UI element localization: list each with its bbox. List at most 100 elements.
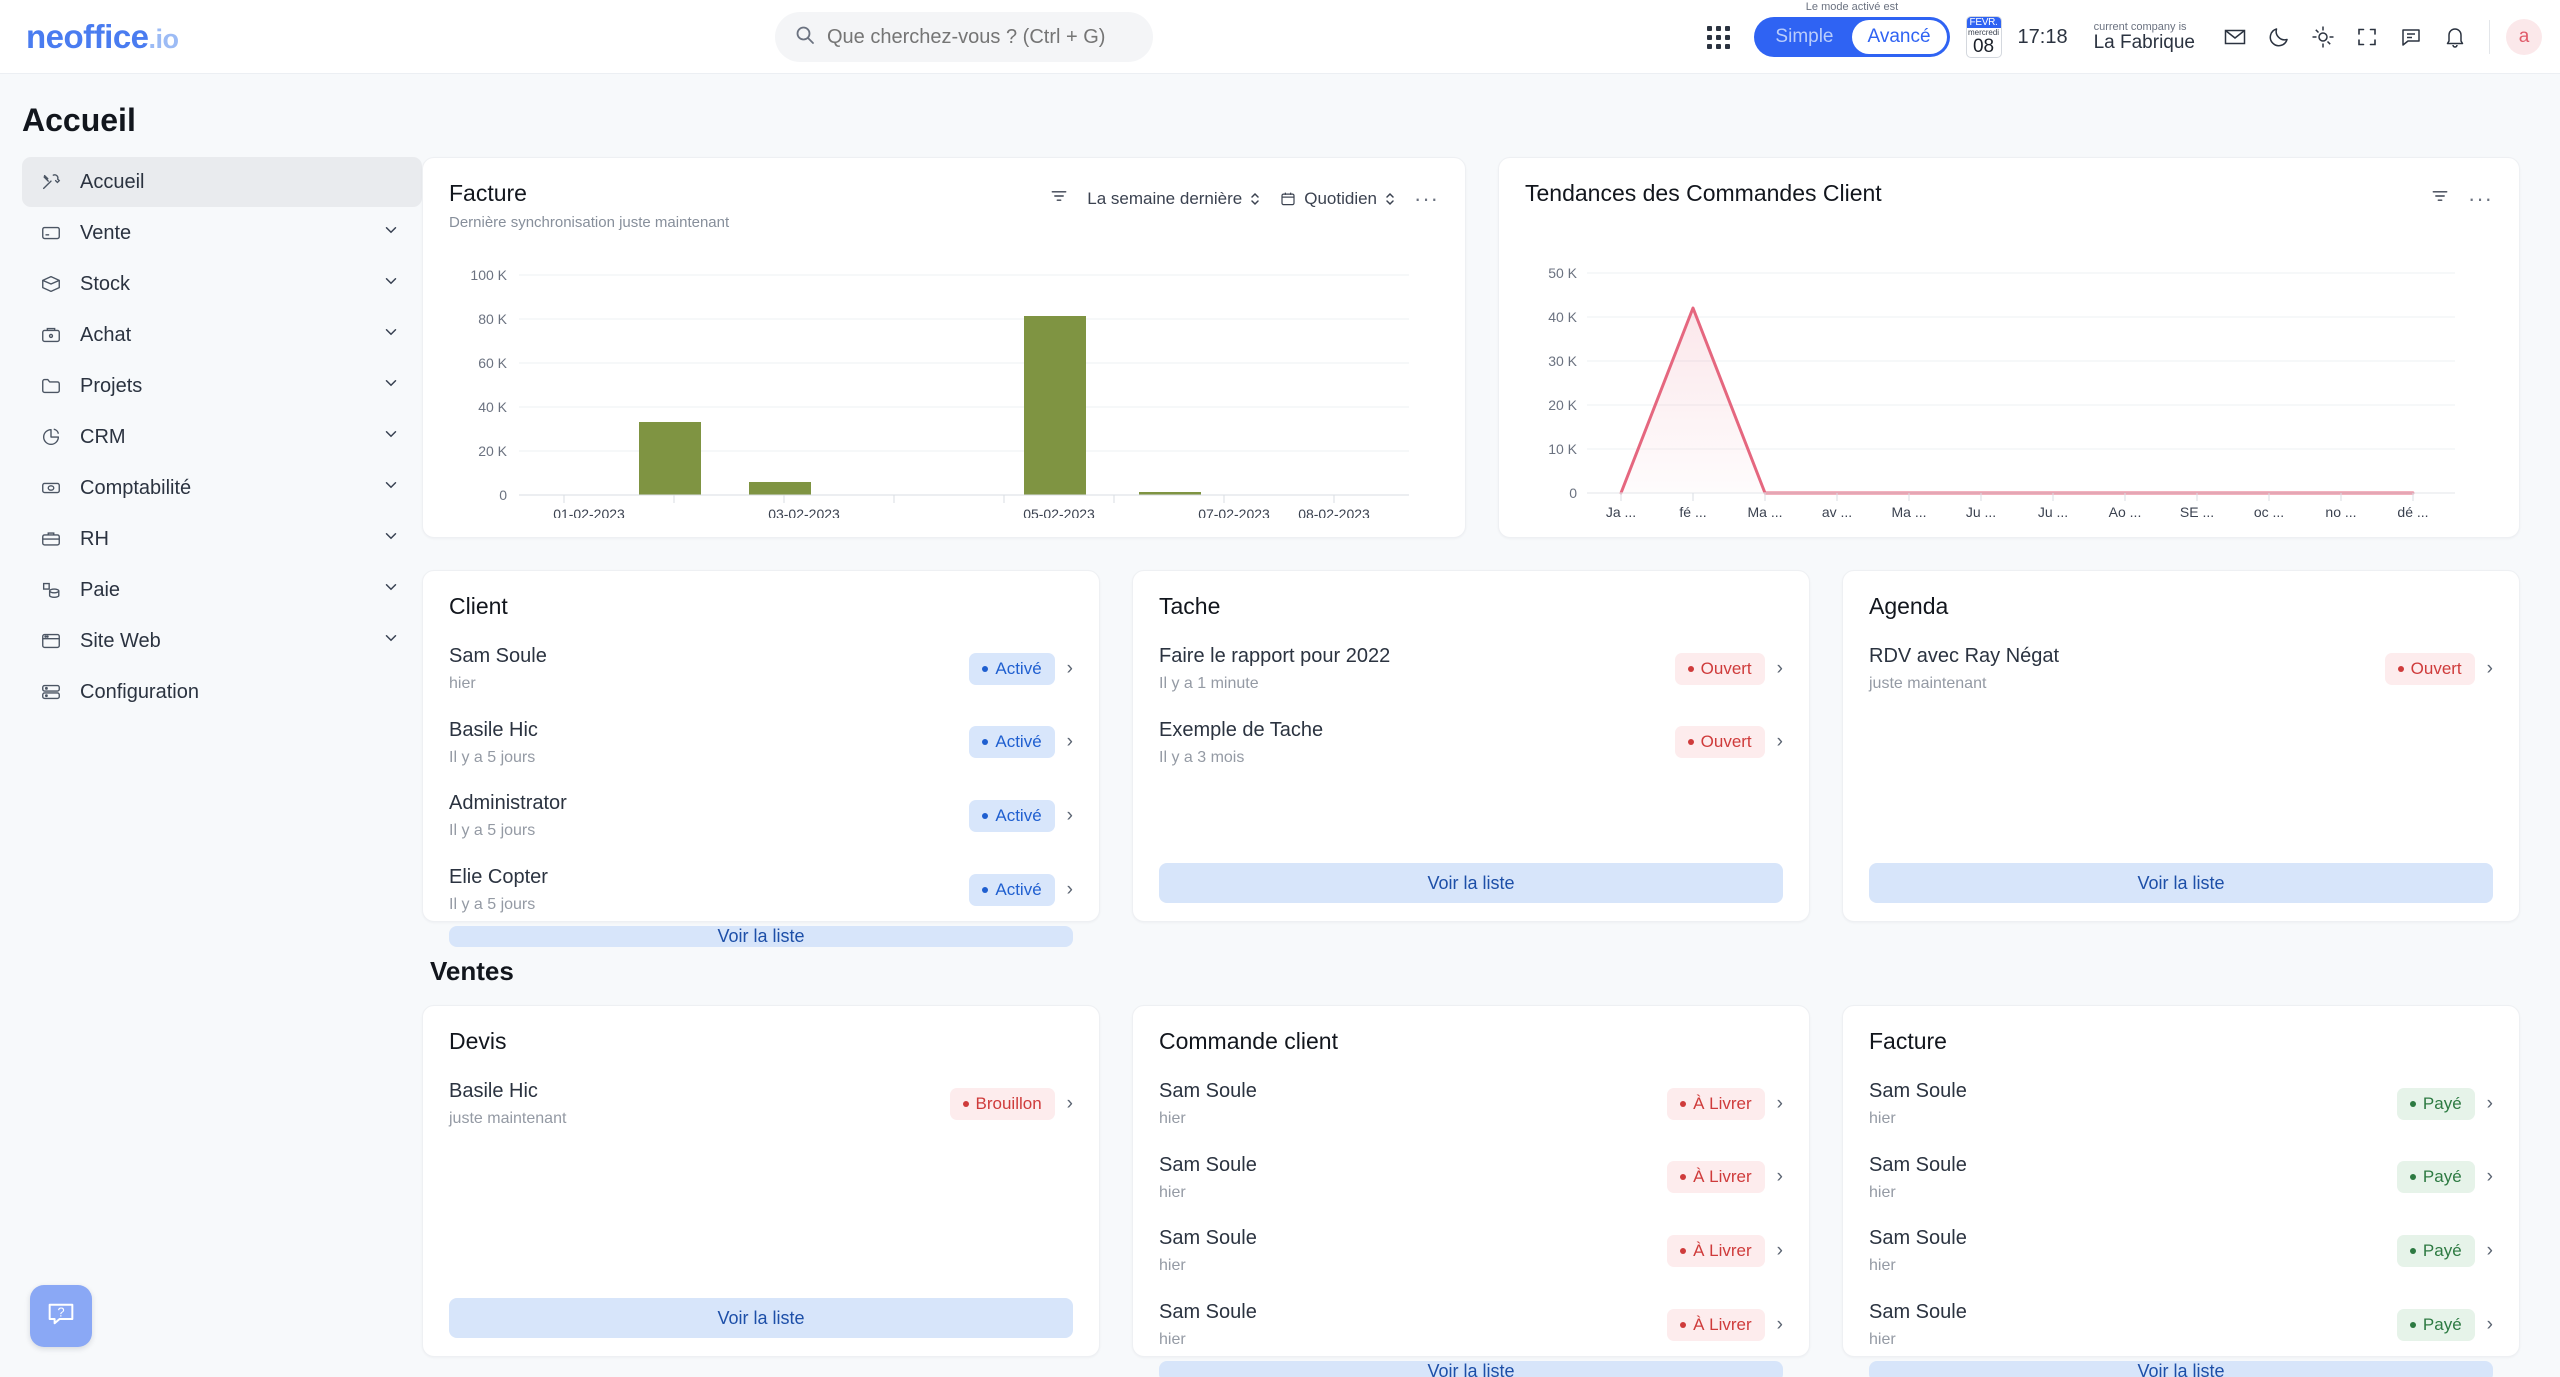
- list-item[interactable]: Sam Soule hier Activé ›: [449, 632, 1073, 706]
- list-item[interactable]: Faire le rapport pour 2022 Il y a 1 minu…: [1159, 632, 1783, 706]
- chevron-right-icon[interactable]: ›: [1067, 805, 1073, 827]
- search-input[interactable]: [827, 25, 1127, 49]
- item-time: juste maintenant: [449, 1110, 567, 1127]
- facture-chart-header: Facture Dernière synchronisation juste m…: [449, 180, 1439, 231]
- chevron-down-icon[interactable]: [382, 476, 400, 500]
- see-list-button[interactable]: Voir la liste: [1159, 863, 1783, 903]
- sidebar-item-comptabilite[interactable]: Comptabilité: [22, 463, 422, 513]
- sidebar-item-configuration[interactable]: Configuration: [22, 667, 422, 717]
- chevron-right-icon[interactable]: ›: [1067, 658, 1073, 680]
- chevron-right-icon[interactable]: ›: [1777, 658, 1783, 680]
- see-list-button[interactable]: Voir la liste: [1869, 863, 2493, 903]
- sidebar: Accueil Vente Stock Achat Projets CRM Co…: [22, 157, 422, 1357]
- calendar-widget[interactable]: FEVR. mercredi 08: [1965, 16, 2002, 58]
- list-item[interactable]: RDV avec Ray Négat juste maintenant Ouve…: [1869, 632, 2493, 706]
- list-item[interactable]: Sam Soule hier Payé ›: [1869, 1141, 2493, 1215]
- chevron-right-icon[interactable]: ›: [1067, 879, 1073, 901]
- chevron-right-icon[interactable]: ›: [1067, 731, 1073, 753]
- mode-option-simple[interactable]: Simple: [1757, 20, 1851, 54]
- mail-icon[interactable]: [2213, 15, 2257, 59]
- sidebar-item-site-web[interactable]: Site Web: [22, 616, 422, 666]
- list-item[interactable]: Sam Soule hier À Livrer ›: [1159, 1214, 1783, 1288]
- mode-toggle[interactable]: Simple Avancé: [1754, 17, 1950, 57]
- calendar-icon: [1281, 192, 1295, 205]
- filter-icon[interactable]: [1049, 186, 1069, 211]
- item-name: Sam Soule: [1159, 1227, 1257, 1250]
- sidebar-item-label: Comptabilité: [80, 476, 192, 499]
- svg-text:oc ...: oc ...: [2254, 504, 2284, 517]
- sidebar-item-achat[interactable]: Achat: [22, 310, 422, 360]
- sidebar-item-label: Site Web: [80, 629, 161, 652]
- brightness-icon[interactable]: [2301, 15, 2345, 59]
- list-item[interactable]: Exemple de Tache Il y a 3 mois Ouvert ›: [1159, 706, 1783, 780]
- list-item[interactable]: Sam Soule hier À Livrer ›: [1159, 1288, 1783, 1362]
- sidebar-item-label: Accueil: [80, 170, 145, 193]
- chevron-right-icon[interactable]: ›: [2487, 1093, 2493, 1115]
- chevron-right-icon[interactable]: ›: [1777, 1166, 1783, 1188]
- svg-text:01-02-2023: 01-02-2023: [553, 506, 625, 518]
- chevron-down-icon[interactable]: [382, 425, 400, 449]
- svg-text:10 K: 10 K: [1548, 441, 1577, 457]
- list-item[interactable]: Basile Hic Il y a 5 jours Activé ›: [449, 706, 1073, 780]
- pie-chart-icon: [40, 426, 70, 448]
- filter-icon[interactable]: [2430, 186, 2450, 211]
- list-item[interactable]: Basile Hic juste maintenant Brouillon ›: [449, 1067, 1073, 1141]
- chevron-right-icon[interactable]: ›: [2487, 1314, 2493, 1336]
- company-name: La Fabrique: [2093, 31, 2195, 53]
- search-bar[interactable]: [775, 12, 1153, 62]
- chat-icon[interactable]: [2389, 15, 2433, 59]
- status-badge: Payé: [2396, 1087, 2475, 1120]
- list-item[interactable]: Sam Soule hier À Livrer ›: [1159, 1067, 1783, 1141]
- list-item[interactable]: Sam Soule hier Payé ›: [1869, 1214, 2493, 1288]
- sidebar-item-crm[interactable]: CRM: [22, 412, 422, 462]
- chevron-right-icon[interactable]: ›: [2487, 1166, 2493, 1188]
- chevron-down-icon[interactable]: [382, 629, 400, 653]
- date-range-select[interactable]: La semaine dernière: [1087, 189, 1261, 209]
- svg-text:?: ?: [57, 1304, 64, 1319]
- chevron-right-icon[interactable]: ›: [2487, 1240, 2493, 1262]
- list-item[interactable]: Sam Soule hier Payé ›: [1869, 1288, 2493, 1362]
- list-item[interactable]: Sam Soule hier À Livrer ›: [1159, 1141, 1783, 1215]
- chevron-right-icon[interactable]: ›: [1777, 1314, 1783, 1336]
- logo-text: neoffice: [26, 17, 149, 55]
- item-time: juste maintenant: [1869, 675, 1987, 692]
- chevron-down-icon[interactable]: [382, 323, 400, 347]
- chart-more-menu[interactable]: ···: [1414, 187, 1439, 209]
- svg-text:20 K: 20 K: [478, 443, 507, 459]
- list-item[interactable]: Elie Copter Il y a 5 jours Activé ›: [449, 853, 1073, 927]
- company-switcher[interactable]: current company is La Fabrique: [2094, 21, 2195, 54]
- bell-icon[interactable]: [2433, 15, 2477, 59]
- see-list-button[interactable]: Voir la liste: [1159, 1361, 1783, 1377]
- mode-option-advanced[interactable]: Avancé: [1851, 20, 1947, 54]
- avatar[interactable]: a: [2506, 19, 2542, 55]
- see-list-button[interactable]: Voir la liste: [449, 926, 1073, 948]
- help-button[interactable]: ?: [30, 1285, 92, 1347]
- list-item[interactable]: Sam Soule hier Payé ›: [1869, 1067, 2493, 1141]
- chevron-right-icon[interactable]: ›: [2487, 658, 2493, 680]
- chart-more-menu[interactable]: ···: [2468, 187, 2493, 209]
- apps-grid-icon[interactable]: [1696, 15, 1740, 59]
- chevron-right-icon[interactable]: ›: [1777, 731, 1783, 753]
- list-item[interactable]: Administrator Il y a 5 jours Activé ›: [449, 779, 1073, 853]
- see-list-button[interactable]: Voir la liste: [1869, 1361, 2493, 1377]
- chevron-right-icon[interactable]: ›: [1777, 1093, 1783, 1115]
- interval-select[interactable]: Quotidien: [1279, 189, 1396, 209]
- chevron-down-icon[interactable]: [382, 221, 400, 245]
- sidebar-item-accueil[interactable]: Accueil: [22, 157, 422, 207]
- fullscreen-icon[interactable]: [2345, 15, 2389, 59]
- chevron-right-icon[interactable]: ›: [1777, 1240, 1783, 1262]
- moon-icon[interactable]: [2257, 15, 2301, 59]
- see-list-button[interactable]: Voir la liste: [449, 1298, 1073, 1338]
- chevron-right-icon[interactable]: ›: [1067, 1093, 1073, 1115]
- chevron-down-icon[interactable]: [382, 527, 400, 551]
- status-badge: Activé: [969, 873, 1055, 906]
- chevron-down-icon[interactable]: [382, 578, 400, 602]
- sidebar-item-rh[interactable]: RH: [22, 514, 422, 564]
- sidebar-item-stock[interactable]: Stock: [22, 259, 422, 309]
- chevron-down-icon[interactable]: [382, 272, 400, 296]
- chevron-down-icon[interactable]: [382, 374, 400, 398]
- sidebar-item-vente[interactable]: Vente: [22, 208, 422, 258]
- app-logo[interactable]: neoffice .io: [26, 18, 179, 56]
- sidebar-item-paie[interactable]: Paie: [22, 565, 422, 615]
- sidebar-item-projets[interactable]: Projets: [22, 361, 422, 411]
